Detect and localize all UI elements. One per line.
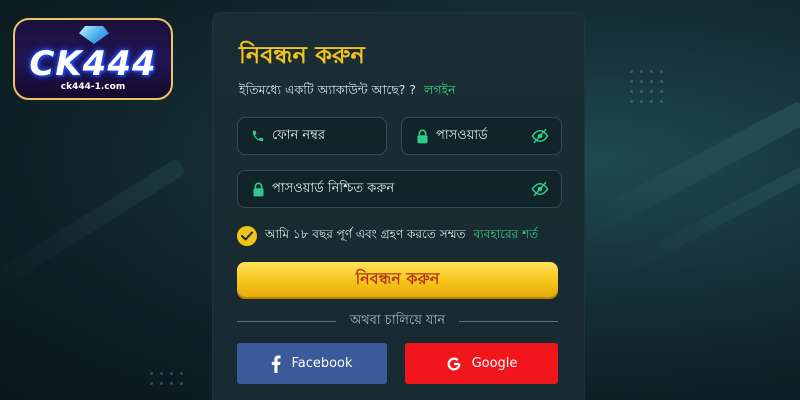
divider-line <box>237 320 336 322</box>
age-agreement: আমি ১৮ বছর পূর্ণ এবং গ্রহণ করতে সম্মত ব্… <box>237 226 538 246</box>
facebook-label: Facebook <box>291 356 353 371</box>
agree-checkbox[interactable] <box>237 226 257 246</box>
agree-text: আমি ১৮ বছর পূর্ণ এবং গ্রহণ করতে সম্মত <box>265 227 466 241</box>
terms-link[interactable]: ব্যবহারের শর্ত <box>474 226 539 246</box>
phone-field[interactable]: ফোন নম্বর <box>237 117 387 155</box>
login-prompt-text: ইতিমধ্যে একটি অ্যাকাউন্ট আছে? ? <box>239 82 417 97</box>
eye-off-icon[interactable] <box>531 181 549 201</box>
google-icon <box>446 356 462 372</box>
lock-icon <box>238 182 272 197</box>
password-field[interactable]: পাসওয়ার্ড <box>401 117 562 155</box>
register-panel: নিবন্ধন করুন ইতিমধ্যে একটি অ্যাকাউন্ট আছ… <box>212 12 585 400</box>
decorative-dots <box>150 372 183 385</box>
phone-placeholder: ফোন নম্বর <box>272 127 326 143</box>
ck444-logo[interactable]: CK444 ck444-1.com <box>13 18 173 100</box>
login-prompt: ইতিমধ্যে একটি অ্যাকাউন্ট আছে? ? লগইন <box>239 82 456 102</box>
lock-icon <box>402 129 436 144</box>
background-streak <box>569 100 800 244</box>
page-title: নিবন্ধন করুন <box>239 41 365 69</box>
facebook-button[interactable]: Facebook <box>237 343 387 384</box>
eye-off-icon[interactable] <box>531 128 549 148</box>
logo-domain-text: ck444-1.com <box>60 82 126 92</box>
register-button[interactable]: নিবন্ধন করুন <box>237 262 558 297</box>
facebook-icon <box>271 355 282 373</box>
confirm-password-field[interactable]: পাসওয়ার্ড নিশ্চিত করুন <box>237 170 562 208</box>
password-placeholder: পাসওয়ার্ড <box>436 127 488 143</box>
or-divider: অথবা চালিয়ে যান <box>237 312 559 330</box>
confirm-password-placeholder: পাসওয়ার্ড নিশ্চিত করুন <box>272 180 395 196</box>
phone-icon <box>238 129 272 143</box>
diamond-icon <box>79 26 109 44</box>
logo-brand-text: CK444 <box>29 44 157 84</box>
divider-line <box>459 320 559 322</box>
decorative-dots <box>630 70 663 103</box>
login-link[interactable]: লগইন <box>424 82 455 97</box>
background-streak <box>0 157 187 301</box>
check-icon <box>241 231 253 241</box>
google-label: Google <box>471 356 518 371</box>
divider-text: অথবা চালিয়ে যান <box>349 312 446 328</box>
google-button[interactable]: Google <box>405 343 558 384</box>
